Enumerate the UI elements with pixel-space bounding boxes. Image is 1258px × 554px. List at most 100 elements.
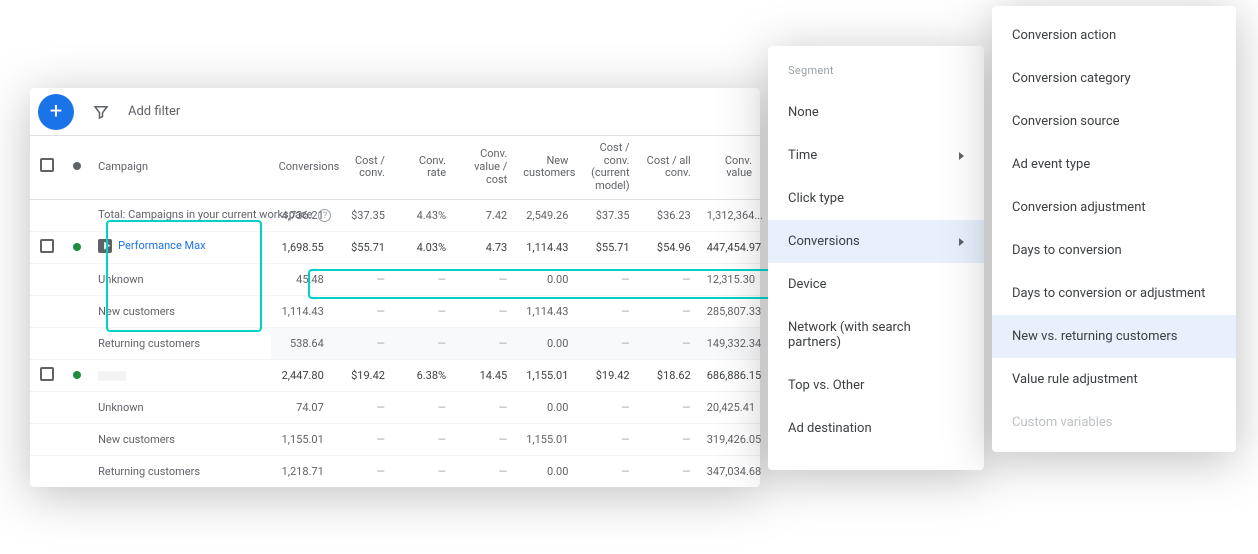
cell: — xyxy=(454,391,515,423)
segment-menu-item[interactable]: None xyxy=(768,91,984,134)
segment-name: New customers xyxy=(90,295,270,327)
cell: — xyxy=(576,263,637,295)
cell: 45.48 xyxy=(271,263,332,295)
campaign-name[interactable] xyxy=(98,369,126,382)
cell: — xyxy=(393,423,454,455)
segment-menu-item[interactable]: Device xyxy=(768,263,984,306)
cell: $54.96 xyxy=(638,231,699,263)
col-campaign[interactable]: Campaign xyxy=(90,136,270,199)
submenu-item[interactable]: Conversion adjustment xyxy=(992,186,1236,229)
menu-item-label: Days to conversion xyxy=(1012,243,1122,258)
cell: 2,447.80 xyxy=(271,359,332,391)
cell: — xyxy=(454,263,515,295)
cell: $37.35 xyxy=(576,199,637,231)
cell: — xyxy=(454,327,515,359)
cell: 0.00 xyxy=(515,263,576,295)
cell: — xyxy=(576,423,637,455)
col-conv-value[interactable]: Conv. value xyxy=(699,136,760,199)
col-conv-value-cost[interactable]: Conv. value / cost xyxy=(454,136,515,199)
cell: — xyxy=(576,455,637,487)
cell: — xyxy=(638,455,699,487)
menu-item-label: None xyxy=(788,105,819,120)
cell: 1,114.43 xyxy=(515,295,576,327)
cell: $36.23 xyxy=(638,199,699,231)
select-all-checkbox[interactable] xyxy=(40,158,54,172)
submenu-item[interactable]: Conversion source xyxy=(992,100,1236,143)
menu-item-label: Ad destination xyxy=(788,421,872,436)
cell: 14.45 xyxy=(454,359,515,391)
submenu-item[interactable]: Days to conversion xyxy=(992,229,1236,272)
segment-name: Unknown xyxy=(90,263,270,295)
cell: 686,886.15 xyxy=(699,359,760,391)
submenu-item[interactable]: Conversion category xyxy=(992,57,1236,100)
cell: 74.07 xyxy=(271,391,332,423)
cell: 1,218.71 xyxy=(271,455,332,487)
cell: — xyxy=(393,455,454,487)
cell: 2,549.26 xyxy=(515,199,576,231)
segment-menu-item[interactable]: Top vs. Other xyxy=(768,364,984,407)
add-button[interactable]: + xyxy=(38,94,74,130)
cell: 4.03% xyxy=(393,231,454,263)
cell: — xyxy=(638,391,699,423)
cell: 319,426.05 xyxy=(699,423,760,455)
segment-menu-item[interactable]: Conversions xyxy=(768,220,984,263)
cell: — xyxy=(393,263,454,295)
cell: — xyxy=(638,295,699,327)
cell: — xyxy=(332,423,393,455)
add-filter-link[interactable]: Add filter xyxy=(128,104,180,119)
conversions-submenu: Conversion actionConversion category Conv… xyxy=(992,6,1236,452)
cell: — xyxy=(393,327,454,359)
menu-item-label: Conversion source xyxy=(1012,114,1120,129)
campaign-row[interactable]: Performance Max1,698.55$55.714.03%4.731,… xyxy=(30,231,760,263)
cell: 149,332.34 xyxy=(699,327,760,359)
cell: 1,114.43 xyxy=(515,231,576,263)
segment-menu-item[interactable]: Click type xyxy=(768,177,984,220)
cell: — xyxy=(454,455,515,487)
filter-icon[interactable] xyxy=(92,103,110,121)
cell: — xyxy=(638,327,699,359)
submenu-item[interactable]: Value rule adjustment xyxy=(992,358,1236,401)
col-cost-per-conv[interactable]: Cost / conv. xyxy=(332,136,393,199)
col-cost-conv-model[interactable]: Cost / conv. (current model) xyxy=(576,136,637,199)
status-dot xyxy=(73,371,81,379)
segment-menu-item[interactable]: Time xyxy=(768,134,984,177)
submenu-item[interactable]: Days to conversion or adjustment xyxy=(992,272,1236,315)
cell: 7.42 xyxy=(454,199,515,231)
submenu-item[interactable]: Ad event type xyxy=(992,143,1236,186)
menu-item-label: Ad event type xyxy=(1012,157,1090,172)
cell: 12,315.30 xyxy=(699,263,760,295)
status-dot-header xyxy=(73,162,81,170)
cell: — xyxy=(332,455,393,487)
segment-row: Returning customers538.64———0.00——149,33… xyxy=(30,327,760,359)
submenu-item[interactable]: Conversion action xyxy=(992,14,1236,57)
chevron-right-icon xyxy=(959,152,964,160)
col-cost-all-conv[interactable]: Cost / all conv. xyxy=(638,136,699,199)
segment-menu-item[interactable]: Ad destination xyxy=(768,407,984,450)
status-dot xyxy=(73,243,81,251)
cell: 1,698.55 xyxy=(271,231,332,263)
cell: — xyxy=(332,263,393,295)
row-checkbox[interactable] xyxy=(40,239,54,253)
cell: 0.00 xyxy=(515,391,576,423)
col-new-customers[interactable]: New customers xyxy=(515,136,576,199)
col-conv-rate[interactable]: Conv. rate xyxy=(393,136,454,199)
cell: $37.35 xyxy=(332,199,393,231)
cell: 1,155.01 xyxy=(515,359,576,391)
cell: — xyxy=(576,295,637,327)
menu-item-label: Device xyxy=(788,277,827,292)
cell: — xyxy=(393,295,454,327)
cell: $19.42 xyxy=(332,359,393,391)
campaign-row[interactable]: 2,447.80$19.426.38%14.451,155.01$19.42$1… xyxy=(30,359,760,391)
row-checkbox[interactable] xyxy=(40,367,54,381)
cell: 1,155.01 xyxy=(515,423,576,455)
cell: 1,155.01 xyxy=(271,423,332,455)
cell: — xyxy=(638,423,699,455)
col-conversions[interactable]: Conversions xyxy=(271,136,332,199)
segment-menu-title: Segment xyxy=(768,62,984,91)
cell: 285,807.33 xyxy=(699,295,760,327)
segment-menu-item[interactable]: Network (with search partners) xyxy=(768,306,984,364)
submenu-item[interactable]: New vs. returning customers xyxy=(992,315,1236,358)
cell: 0.00 xyxy=(515,327,576,359)
cell: — xyxy=(332,295,393,327)
campaign-name[interactable]: Performance Max xyxy=(98,239,205,253)
